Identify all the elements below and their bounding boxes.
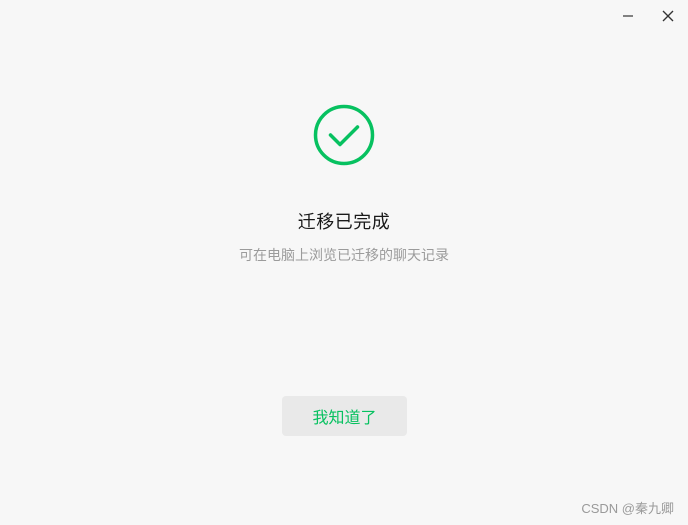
page-title: 迁移已完成 (297, 212, 391, 233)
window-controls (608, 0, 688, 32)
watermark: CSDN @秦九卿 (581, 501, 674, 516)
migration-complete-window: 迁移已完成 可在电脑上浏览已迁移的聊天记录 我知道了 CSDN @秦九卿 (0, 0, 688, 525)
minimize-icon (623, 15, 633, 17)
close-button[interactable] (648, 0, 688, 32)
page-subtitle: 可在电脑上浏览已迁移的聊天记录 (239, 248, 449, 264)
got-it-button[interactable]: 我知道了 (282, 396, 407, 436)
check-circle-icon (313, 104, 375, 166)
close-icon (662, 10, 674, 22)
minimize-button[interactable] (608, 0, 648, 32)
